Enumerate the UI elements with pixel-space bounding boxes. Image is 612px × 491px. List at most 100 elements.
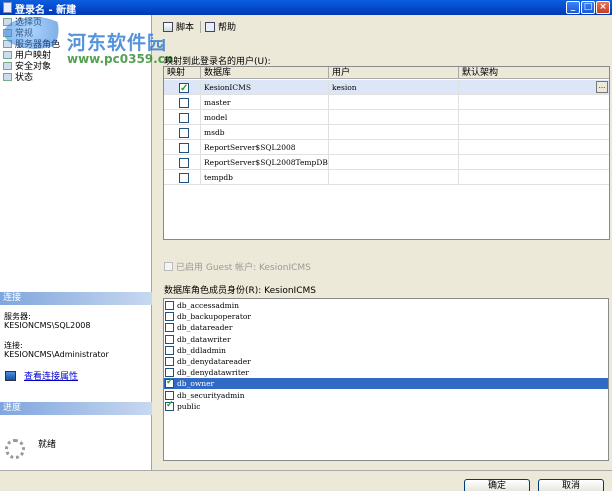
toolbar: 脚本 帮助: [153, 15, 612, 39]
map-checkbox[interactable]: [179, 128, 189, 138]
schema-cell[interactable]: [459, 140, 609, 155]
connection-header: 连接: [0, 292, 152, 305]
role-checkbox[interactable]: [165, 368, 174, 378]
column-header-map[interactable]: 映射: [164, 67, 201, 79]
maximize-button[interactable]: □: [581, 1, 595, 14]
schema-cell[interactable]: [459, 110, 609, 125]
properties-icon: [5, 370, 16, 381]
role-checkbox[interactable]: [165, 357, 174, 366]
map-cell[interactable]: [164, 110, 201, 125]
role-item[interactable]: db_ddladmin: [164, 345, 608, 356]
user-cell[interactable]: [329, 110, 459, 125]
column-header-user[interactable]: 用户: [329, 67, 459, 79]
role-item[interactable]: db_securityadmin: [164, 390, 608, 401]
progress-spinner-icon: [5, 439, 25, 459]
table-row[interactable]: ReportServer$SQL2008TempDB: [164, 155, 609, 170]
role-name: public: [177, 401, 201, 411]
schema-cell[interactable]: [459, 170, 609, 185]
database-cell: master: [201, 95, 329, 110]
database-cell: model: [201, 110, 329, 125]
database-cell: ReportServer$SQL2008TempDB: [201, 155, 329, 170]
map-cell[interactable]: [164, 95, 201, 110]
database-cell: msdb: [201, 125, 329, 140]
watermark-url: www.pc0359.cn: [67, 52, 174, 66]
role-checkbox[interactable]: [165, 345, 174, 355]
role-checkbox[interactable]: [165, 312, 174, 322]
role-checkbox[interactable]: [165, 377, 174, 389]
close-button[interactable]: ×: [596, 1, 610, 14]
connection-value: KESIONCMS\Administrator: [4, 350, 109, 359]
sidebar-item-status[interactable]: 状态: [3, 71, 60, 83]
map-checkbox[interactable]: [179, 81, 189, 96]
role-name: db_datawriter: [177, 334, 231, 344]
map-cell[interactable]: [164, 125, 201, 140]
table-row[interactable]: master: [164, 95, 609, 110]
user-cell[interactable]: [329, 95, 459, 110]
schema-cell[interactable]: [459, 155, 609, 170]
role-item[interactable]: db_denydatawriter: [164, 367, 608, 378]
user-cell[interactable]: kesion: [329, 80, 459, 95]
database-cell: tempdb: [201, 170, 329, 185]
map-cell[interactable]: [164, 155, 201, 170]
map-cell[interactable]: [164, 80, 201, 96]
database-roles-list: db_accessadmin db_backupoperator db_datare…: [163, 298, 609, 461]
guest-enabled: 已启用 Guest 帐户: KesionICMS: [164, 260, 311, 273]
title-bar: 登录名 - 新建 _ □ ×: [0, 0, 612, 16]
role-checkbox[interactable]: [165, 323, 174, 333]
server-value: KESIONCMS\SQL2008: [4, 321, 91, 330]
watermark-title: 河东软件园: [67, 32, 168, 54]
role-name: db_denydatareader: [177, 357, 251, 366]
map-cell[interactable]: [164, 140, 201, 155]
map-checkbox[interactable]: [179, 173, 189, 183]
role-checkbox[interactable]: [165, 301, 174, 310]
role-name: db_datareader: [177, 323, 233, 333]
map-checkbox[interactable]: [179, 143, 189, 153]
role-item[interactable]: public: [164, 400, 608, 412]
minimize-button[interactable]: _: [566, 1, 580, 14]
ok-button[interactable]: 确定: [464, 479, 530, 491]
role-checkbox[interactable]: [165, 400, 174, 411]
schema-cell[interactable]: [459, 125, 609, 140]
table-row[interactable]: KesionICMSkesion...: [164, 80, 609, 96]
roles-label: 数据库角色成员身份(R): KesionICMS: [164, 286, 316, 296]
window-icon: [3, 2, 12, 13]
table-row[interactable]: tempdb: [164, 170, 609, 185]
cancel-button[interactable]: 取消: [538, 479, 604, 491]
role-item[interactable]: db_accessadmin: [164, 300, 608, 311]
window-title: 登录名 - 新建: [15, 5, 77, 16]
map-checkbox[interactable]: [179, 158, 189, 168]
role-name: db_accessadmin: [177, 301, 239, 310]
user-mapping-grid: 映射 数据库 用户 默认架构 KesionICMSkesion...master…: [163, 66, 610, 240]
role-item[interactable]: db_backupoperator: [164, 311, 608, 322]
browse-schema-button[interactable]: ...: [596, 81, 608, 93]
role-item[interactable]: db_denydatareader: [164, 356, 608, 367]
schema-cell[interactable]: [459, 80, 609, 95]
view-connection-properties-link[interactable]: 查看连接属性: [5, 369, 78, 382]
page-icon: [3, 72, 12, 81]
help-button[interactable]: 帮助: [205, 20, 236, 33]
user-cell[interactable]: [329, 155, 459, 170]
user-cell[interactable]: [329, 125, 459, 140]
progress-header: 进度: [0, 402, 152, 415]
role-checkbox[interactable]: [165, 390, 174, 400]
progress-status: 就绪: [38, 440, 57, 450]
user-cell[interactable]: [329, 140, 459, 155]
user-cell[interactable]: [329, 170, 459, 185]
role-name: db_ddladmin: [177, 345, 226, 355]
table-row[interactable]: model: [164, 110, 609, 125]
map-checkbox[interactable]: [179, 98, 189, 108]
table-row[interactable]: msdb: [164, 125, 609, 140]
role-checkbox[interactable]: [165, 334, 174, 344]
role-item[interactable]: db_datareader: [164, 322, 608, 333]
schema-cell[interactable]: [459, 95, 609, 110]
page-selector-pane: 选择页 常规 服务器角色 用户映射 安全对象 状态 河东软件园 www.pc03…: [0, 15, 173, 470]
script-button[interactable]: 脚本: [163, 20, 194, 33]
column-header-default-schema[interactable]: 默认架构: [459, 67, 609, 79]
map-checkbox[interactable]: [179, 113, 189, 123]
role-item[interactable]: db_owner: [164, 377, 608, 390]
column-header-database[interactable]: 数据库: [201, 67, 329, 79]
script-icon: [163, 21, 173, 32]
role-item[interactable]: db_datawriter: [164, 334, 608, 345]
table-row[interactable]: ReportServer$SQL2008: [164, 140, 609, 155]
map-cell[interactable]: [164, 170, 201, 185]
